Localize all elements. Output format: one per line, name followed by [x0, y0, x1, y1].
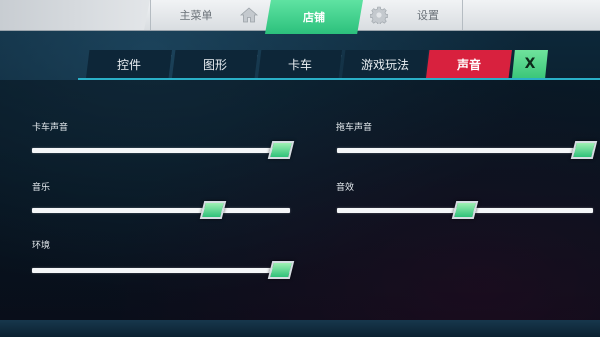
tab-sound-label: 声音	[456, 57, 481, 72]
tab-truck[interactable]: 卡车	[258, 50, 342, 78]
slider-label-ambient: 环境	[32, 241, 51, 251]
nav-settings-label: 设置	[417, 9, 439, 22]
slider-label-truck-sound: 卡车声音	[32, 123, 69, 133]
slider-thumb-truck-sound[interactable]	[267, 141, 295, 159]
slider-truck-sound[interactable]	[32, 141, 295, 159]
tab-truck-label: 卡车	[287, 57, 312, 72]
bottom-strip	[0, 320, 600, 337]
slider-thumb-ambient[interactable]	[267, 261, 295, 279]
slider-trailer-sound[interactable]	[337, 141, 598, 159]
nav-settings[interactable]: 设置	[394, 0, 463, 30]
tab-graphics-label: 图形	[202, 57, 227, 72]
tab-controls-label: 控件	[116, 57, 141, 72]
nav-main-menu-label: 主菜单	[179, 9, 213, 22]
slider-music[interactable]	[32, 201, 290, 219]
tab-gameplay[interactable]: 游戏玩法	[342, 50, 428, 78]
tab-sound[interactable]: 声音	[426, 50, 512, 78]
close-icon: X	[524, 56, 536, 72]
top-nav-shade	[0, 0, 150, 30]
tab-controls[interactable]: 控件	[86, 50, 172, 78]
slider-thumb-effects[interactable]	[451, 201, 479, 219]
slider-effects[interactable]	[337, 201, 593, 219]
slider-label-effects: 音效	[336, 183, 355, 193]
gear-icon[interactable]	[366, 0, 392, 30]
slider-thumb-music[interactable]	[199, 201, 226, 219]
slider-ambient[interactable]	[32, 261, 295, 279]
sound-settings-panel	[0, 80, 600, 320]
tab-divider	[341, 55, 342, 73]
slider-label-trailer-sound: 拖车声音	[336, 123, 373, 133]
nav-store-tab[interactable]: 店铺	[265, 0, 363, 34]
slider-thumb-trailer-sound[interactable]	[570, 141, 598, 159]
home-icon[interactable]	[236, 0, 262, 30]
slider-label-music: 音乐	[32, 183, 51, 193]
tab-divider	[171, 55, 172, 73]
close-button[interactable]: X	[512, 50, 548, 78]
tab-gameplay-label: 游戏玩法	[360, 57, 409, 72]
nav-store-label: 店铺	[303, 11, 325, 24]
nav-main-menu[interactable]: 主菜单	[150, 0, 241, 30]
tab-divider	[257, 55, 258, 73]
tab-graphics[interactable]: 图形	[172, 50, 258, 78]
